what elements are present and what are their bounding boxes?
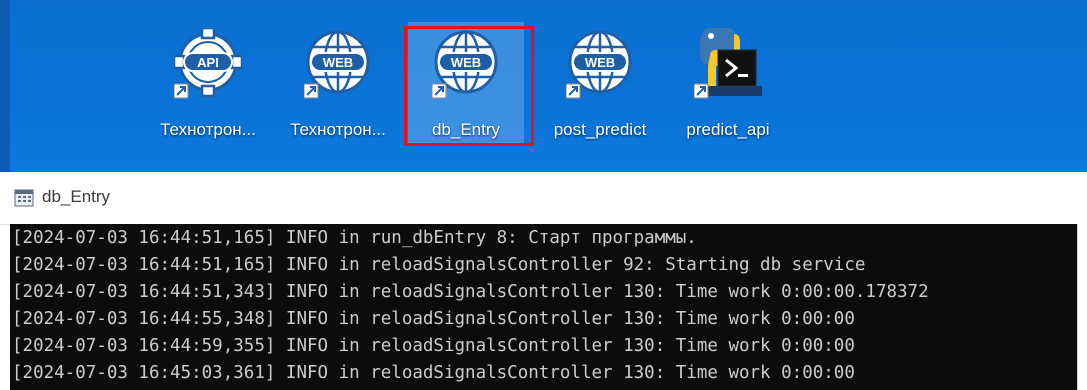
console-line: [2024-07-03 16:44:59,355] INFO in reload… [12,336,855,356]
console-output[interactable]: [2024-07-03 16:44:51,165] INFO in run_db… [10,224,1077,390]
console-line: [2024-07-03 16:44:51,165] INFO in reload… [12,255,866,275]
console-line: [2024-07-03 16:45:03,361] INFO in reload… [12,363,855,383]
selection-highlight [404,26,534,146]
web-globe-shortcut-icon: WEB [304,30,370,99]
icon-badge: API [197,55,219,70]
console-line: [2024-07-03 16:44:51,165] INFO in run_db… [12,228,697,248]
icon-badge: WEB [323,55,353,70]
desktop-icon-predict-api[interactable]: predict_api [670,22,786,146]
console-window-icon [14,189,34,207]
desktop-icon-label: predict_api [686,120,770,139]
window-right-border [1077,224,1087,390]
desktop-icon-label: Технотрон... [290,120,386,139]
window-title: db_Entry [42,187,111,206]
desktop: API Технотрон... WEB Технотрон... WEB db… [0,0,1087,172]
desktop-icon-label: post_predict [553,120,647,139]
console-window-titlebar[interactable]: db_Entry [0,172,1087,225]
desktop-icon-label: Технотрон... [160,120,256,139]
icon-badge: WEB [585,55,615,70]
console-line: [2024-07-03 16:44:55,348] INFO in reload… [12,309,855,329]
web-globe-shortcut-icon: WEB [566,30,632,99]
desktop-icon-tehnotron-api[interactable]: API Технотрон... [150,22,266,146]
python-shortcut-icon [694,28,762,99]
desktop-icon-tehnotron-web[interactable]: WEB Технотрон... [280,22,396,146]
console-line: [2024-07-03 16:44:51,343] INFO in reload… [12,282,929,302]
api-gear-shortcut-icon: API [174,28,242,99]
desktop-edge [0,0,10,172]
desktop-icon-post-predict[interactable]: WEB post_predict [542,22,658,146]
